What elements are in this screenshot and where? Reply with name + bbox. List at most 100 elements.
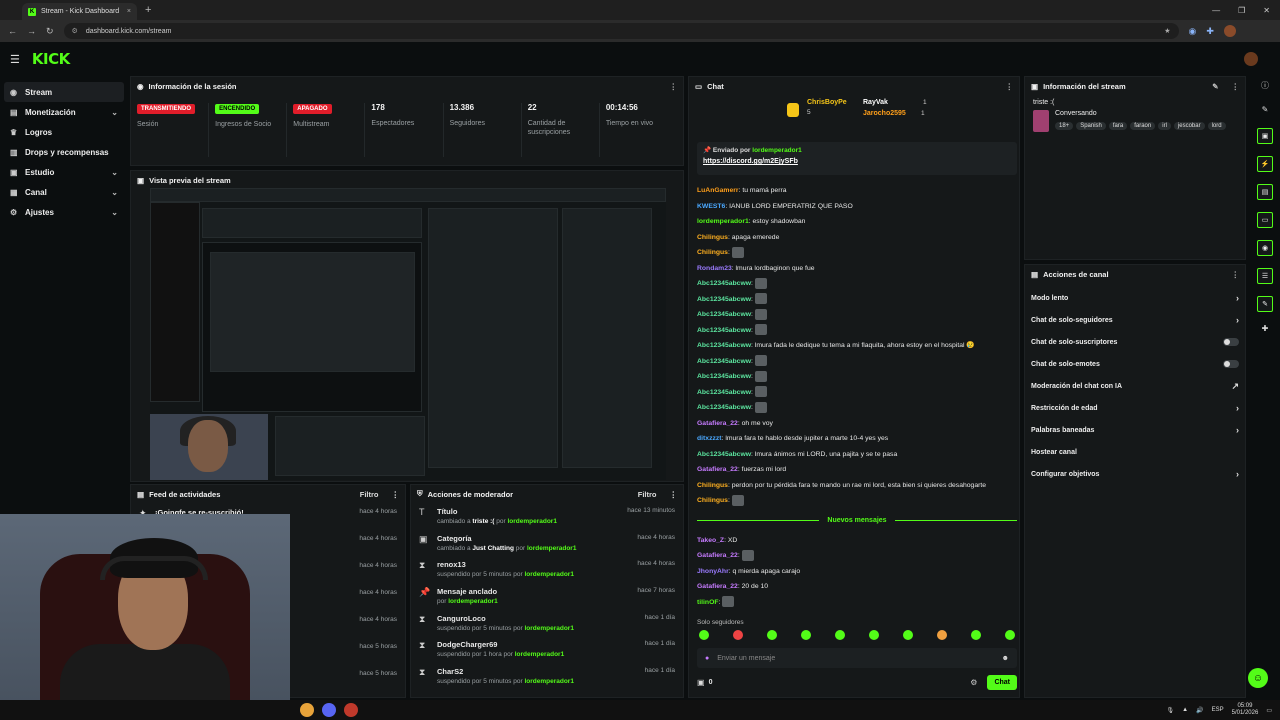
channel-action-item[interactable]: Modo lento › xyxy=(1025,287,1245,309)
channel-action-item[interactable]: Chat de solo-seguidores › xyxy=(1025,309,1245,331)
stream-tag[interactable]: lord xyxy=(1207,122,1226,130)
chat-message[interactable]: Takeo_Z: XD xyxy=(697,533,1017,549)
more-options-icon[interactable]: ⋮ xyxy=(670,82,678,91)
stream-tag[interactable]: Spanish xyxy=(1076,122,1106,130)
rail-button-broadcast[interactable]: ◉ xyxy=(1257,240,1273,256)
mic-icon[interactable]: 🎙 xyxy=(1167,707,1175,714)
close-tab-icon[interactable]: × xyxy=(127,8,131,15)
chat-username[interactable]: KWEST6 xyxy=(697,203,725,210)
address-bar[interactable]: ⚙ dashboard.kick.com/stream ★ xyxy=(63,23,1179,39)
discord-link[interactable]: https://discord.gg/m2EjySFb xyxy=(703,158,1011,165)
toggle-switch[interactable] xyxy=(1223,338,1239,346)
forward-icon[interactable]: → xyxy=(27,26,36,36)
chat-username[interactable]: Abc12345abcww xyxy=(697,373,751,380)
stream-tag[interactable]: faraon xyxy=(1130,122,1156,130)
chat-message[interactable]: tilinOF: xyxy=(697,595,1017,611)
channel-action-item[interactable]: Restricción de edad › xyxy=(1025,397,1245,419)
channel-action-item[interactable]: Configurar objetivos › xyxy=(1025,463,1245,485)
mod-action-item[interactable]: T Título cambiado a triste :( por lordempe… xyxy=(411,503,683,530)
new-tab-button[interactable]: + xyxy=(145,4,151,16)
rail-button-doc[interactable]: ▤ xyxy=(1257,184,1273,200)
chat-username[interactable]: Abc12345abcww xyxy=(697,451,751,458)
edit-icon[interactable]: ✎ xyxy=(1212,82,1218,91)
chat-message[interactable]: Abc12345abcww: xyxy=(697,385,1017,401)
chat-message[interactable]: Chilingus: apaga emerede xyxy=(697,230,1017,246)
kick-logo[interactable]: KICK xyxy=(32,50,70,68)
chat-message[interactable]: Chilingus: xyxy=(697,245,1017,261)
chat-message[interactable]: Gatafiera_22: 20 de 10 xyxy=(697,579,1017,595)
site-info-icon[interactable]: ⚙ xyxy=(72,27,78,35)
filter-button[interactable]: Filtro xyxy=(638,490,657,499)
chat-message[interactable]: Rondam23: lmura lordbaginon que fue xyxy=(697,261,1017,277)
minimize-icon[interactable]: — xyxy=(1212,6,1220,15)
sidebar-item-stream[interactable]: ◉ Stream xyxy=(4,82,124,102)
channel-action-item[interactable]: Palabras baneadas › xyxy=(1025,419,1245,441)
mod-username[interactable]: lordemperador1 xyxy=(524,571,574,578)
bookmark-star-icon[interactable]: ★ xyxy=(1164,27,1170,35)
chat-username[interactable]: Abc12345abcww xyxy=(697,342,751,349)
chat-message[interactable]: ditxzzzt: lmura fara te hablo desde jupi… xyxy=(697,431,1017,447)
chat-username[interactable]: Chilingus xyxy=(697,249,728,256)
chat-username[interactable]: Gatafiera_22 xyxy=(697,466,738,473)
chat-message[interactable]: Abc12345abcww: xyxy=(697,323,1017,339)
mod-username[interactable]: lordemperador1 xyxy=(507,518,557,525)
chat-message[interactable]: Abc12345abcww: xyxy=(697,400,1017,416)
mod-action-item[interactable]: 📌 Mensaje anclado por lordemperador1 hace 7… xyxy=(411,583,683,610)
chat-username[interactable]: Chilingus xyxy=(697,234,728,241)
sidebar-item-drops[interactable]: ▥ Drops y recompensas xyxy=(4,142,124,162)
emote-button[interactable] xyxy=(801,630,811,640)
wifi-icon[interactable]: ▲ xyxy=(1182,707,1188,713)
stream-tag[interactable]: irl xyxy=(1158,122,1171,130)
chat-message[interactable]: Chilingus: xyxy=(697,493,1017,509)
chat-username[interactable]: Takeo_Z xyxy=(697,537,724,544)
channel-action-item[interactable]: Hostear canal xyxy=(1025,441,1245,463)
channel-action-item[interactable]: Chat de solo-emotes xyxy=(1025,353,1245,375)
maximize-icon[interactable]: ❐ xyxy=(1238,6,1245,15)
chat-message[interactable]: Chilingus: perdon por tu pérdida fara te… xyxy=(697,478,1017,494)
menu-hamburger-icon[interactable]: ☰ xyxy=(10,53,20,66)
close-window-icon[interactable]: ✕ xyxy=(1263,6,1270,15)
emote-button[interactable] xyxy=(835,630,845,640)
emote-button[interactable] xyxy=(1005,630,1015,640)
obs-taskbar-icon[interactable] xyxy=(344,703,358,717)
stream-tag[interactable]: 18+ xyxy=(1055,122,1074,130)
chat-username[interactable]: Abc12345abcww xyxy=(697,389,751,396)
emote-button[interactable] xyxy=(937,630,947,640)
more-options-icon[interactable]: ⋮ xyxy=(1232,82,1240,91)
rail-button-wrench[interactable]: ✎ xyxy=(1257,296,1273,312)
mod-action-item[interactable]: ⧗ CanguroLoco suspendido por 5 minutos por… xyxy=(411,610,683,637)
chat-message[interactable]: Abc12345abcww: xyxy=(697,292,1017,308)
chat-username[interactable]: Abc12345abcww xyxy=(697,404,751,411)
emote-button[interactable] xyxy=(971,630,981,640)
more-options-icon[interactable]: ⋮ xyxy=(392,490,400,499)
emoji-picker-icon[interactable]: ☻ xyxy=(1002,655,1009,662)
filter-button[interactable]: Filtro xyxy=(360,490,379,499)
chat-username[interactable]: tilinOF xyxy=(697,599,719,606)
chat-message[interactable]: Gatafiera_22: xyxy=(697,548,1017,564)
mod-username[interactable]: lordemperador1 xyxy=(524,625,574,632)
emote-button[interactable] xyxy=(767,630,777,640)
points-icon[interactable]: ▣ xyxy=(697,678,705,687)
discord-taskbar-icon[interactable] xyxy=(322,703,336,717)
info-circle-icon[interactable]: ⓘ xyxy=(1254,80,1276,91)
add-widget-icon[interactable]: ✚ xyxy=(1254,324,1276,333)
help-chat-icon[interactable]: ☺ xyxy=(1248,668,1268,688)
channel-action-item[interactable]: Chat de solo-suscriptores xyxy=(1025,331,1245,353)
mod-username[interactable]: lordemperador1 xyxy=(448,598,498,605)
mod-action-item[interactable]: ⧗ DodgeCharger69 suspendido por 1 hora por… xyxy=(411,636,683,663)
rail-button-bolt[interactable]: ⚡ xyxy=(1257,156,1273,172)
chat-message[interactable]: Abc12345abcww: xyxy=(697,307,1017,323)
stream-tag[interactable]: jescobar xyxy=(1173,122,1205,130)
pencil-icon[interactable]: ✎ xyxy=(1254,105,1276,114)
chat-message[interactable]: JhonyAhr: q mierda apaga carajo xyxy=(697,564,1017,580)
reload-icon[interactable]: ↻ xyxy=(46,26,54,37)
chrome-taskbar-icon[interactable] xyxy=(300,703,314,717)
emote-button[interactable] xyxy=(903,630,913,640)
mod-action-item[interactable]: ⧗ renox13 suspendido por 5 minutos por lor… xyxy=(411,556,683,583)
chat-settings-icon[interactable]: ⚙ xyxy=(970,678,977,687)
emote-button[interactable] xyxy=(869,630,879,640)
stream-tag[interactable]: fara xyxy=(1108,122,1128,130)
chat-username[interactable]: Abc12345abcww xyxy=(697,327,751,334)
chat-username[interactable]: Rondam23 xyxy=(697,265,732,272)
mod-action-item[interactable]: ▣ Categoría cambiado a Just Chatting por l… xyxy=(411,530,683,557)
